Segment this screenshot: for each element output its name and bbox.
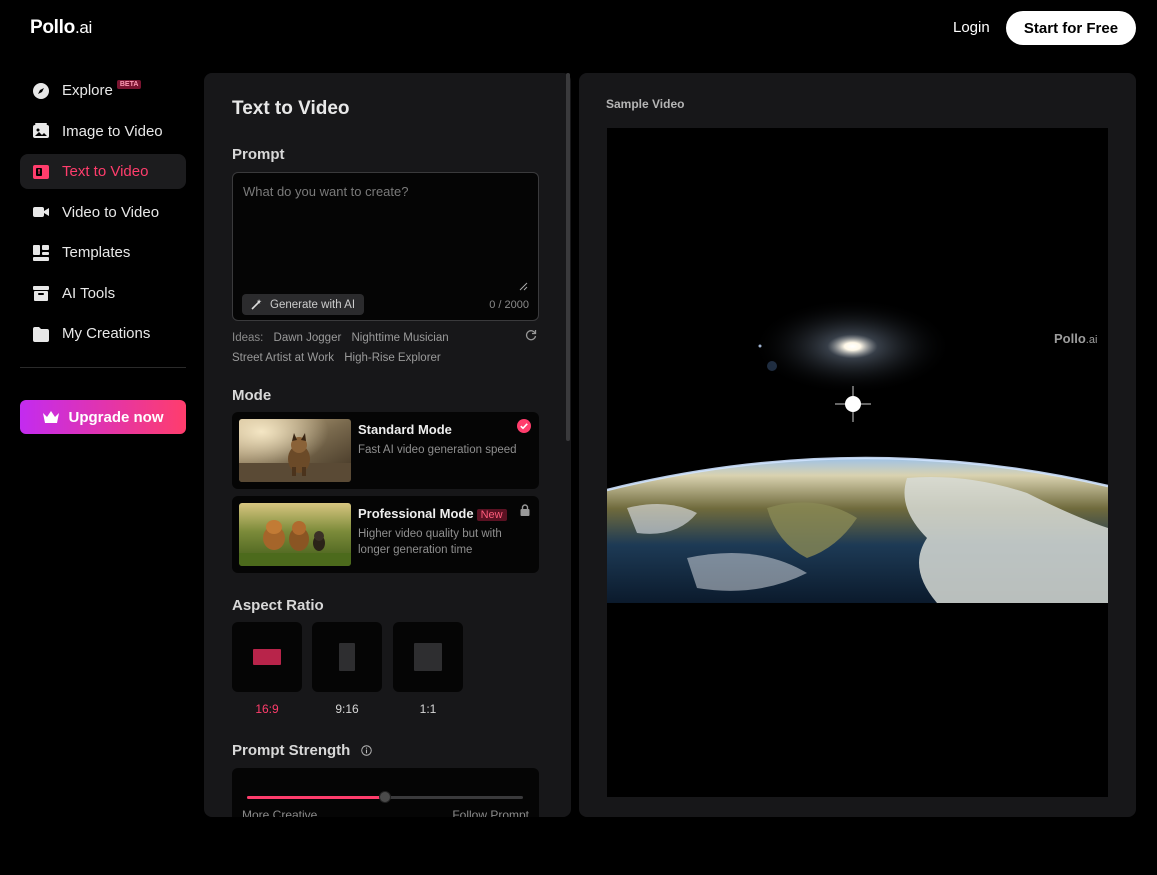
folder-icon [32,325,50,343]
mode-card-standard[interactable]: Standard Mode Fast AI video generation s… [232,412,539,489]
logo[interactable]: Pollo.ai [30,17,92,39]
ideas-label: Ideas: [232,332,264,344]
prompt-strength-slider[interactable] [247,791,523,803]
new-badge: New [476,509,507,521]
prompt-label: Prompt [232,146,285,163]
sidebar-item-ai-tools[interactable]: AI Tools [20,276,186,311]
professional-mode-thumbnail [239,503,351,566]
pollo-watermark: Pollo.ai [1054,331,1098,346]
sidebar-item-my-creations[interactable]: My Creations [20,316,186,351]
aspect-label: 1:1 [419,702,437,716]
toolbox-icon [32,284,50,302]
idea-chip[interactable]: Street Artist at Work [232,352,334,364]
upgrade-label: Upgrade now [68,408,164,426]
earth-from-space-video-frame [607,128,1108,797]
resize-handle-icon[interactable] [519,282,528,291]
crown-icon [43,411,60,423]
check-circle-icon [517,419,531,433]
ideas-list: Ideas: Dawn Jogger Nighttime Musician St… [232,328,539,368]
sample-video-title: Sample Video [606,97,685,111]
slider-max-label: Follow Prompt [452,808,529,817]
sidebar-divider [20,367,186,368]
sidebar-item-label: My Creations [62,325,151,342]
landscape-ratio-icon [253,649,281,665]
templates-grid-icon [32,244,50,262]
slider-fill [247,796,385,799]
mode-description: Fast AI video generation speed [358,444,517,456]
slider-handle[interactable] [379,791,391,803]
sidebar-item-label: Video to Video [62,203,160,221]
aspect-9-16-button[interactable] [312,622,382,692]
prompt-strength-box: More Creative Follow Prompt [232,768,539,817]
prompt-strength-label: Prompt Strength [232,742,351,759]
lock-icon [520,504,530,516]
upgrade-now-button[interactable]: Upgrade now [20,400,186,434]
refresh-icon[interactable] [525,329,537,341]
image-video-icon [32,122,50,140]
aspect-label: 9:16 [335,702,359,716]
text-to-video-panel: Text to Video Prompt Generate with AI 0 … [204,73,571,817]
generate-with-ai-label: Generate with AI [270,298,356,311]
login-link[interactable]: Login [953,19,990,36]
sample-video-player[interactable]: Pollo.ai [607,128,1108,797]
idea-chip[interactable]: Dawn Jogger [274,332,342,344]
beta-badge: BETA [116,80,142,89]
aspect-label: 16:9 [255,702,279,716]
square-ratio-icon [414,643,442,671]
sidebar-item-image-to-video[interactable]: Image to Video [20,114,186,149]
mode-description: Higher video quality but with longer gen… [358,528,502,556]
aspect-ratio-label: Aspect Ratio [232,597,324,614]
text-video-icon [32,163,50,181]
start-for-free-button[interactable]: Start for Free [1006,11,1136,45]
prompt-box: Generate with AI 0 / 2000 [232,172,539,321]
sidebar-item-label: AI Tools [62,284,116,302]
sidebar-item-label: Image to Video [62,122,163,140]
slider-min-label: More Creative [242,808,318,817]
mode-name: Professional Mode New [358,506,507,521]
mode-card-professional[interactable]: Professional Mode New Higher video qualit… [232,496,539,573]
sidebar-item-templates[interactable]: Templates [20,235,186,270]
sidebar-item-explore[interactable]: Explore BETA [20,73,186,108]
sidebar-item-label: Explore [62,82,113,99]
page-title: Text to Video [232,98,350,119]
prompt-input[interactable] [233,173,538,289]
portrait-ratio-icon [339,643,355,671]
info-icon[interactable] [360,745,372,756]
prompt-strength-heading: Prompt Strength [232,742,372,759]
idea-chip[interactable]: Nighttime Musician [352,332,449,344]
generate-with-ai-button[interactable]: Generate with AI [242,294,365,315]
sidebar-item-text-to-video[interactable]: Text to Video [20,154,186,189]
mode-name: Standard Mode [358,422,452,437]
sidebar-item-video-to-video[interactable]: Video to Video [20,195,186,230]
idea-chip[interactable]: High-Rise Explorer [344,352,441,364]
compass-icon [32,82,50,100]
sidebar-nav: Explore BETA Image to Video Text to Vide… [20,73,186,357]
panel-scrollbar[interactable] [566,73,570,441]
video-camera-icon [32,203,50,221]
standard-mode-thumbnail [239,419,351,482]
mode-label: Mode [232,387,272,404]
aspect-1-1-button[interactable] [393,622,463,692]
sidebar-item-label: Templates [62,244,131,261]
magic-wand-icon [251,299,262,310]
aspect-16-9-button[interactable] [232,622,302,692]
char-counter: 0 / 2000 [489,299,529,311]
sidebar-item-label: Text to Video [62,163,149,180]
